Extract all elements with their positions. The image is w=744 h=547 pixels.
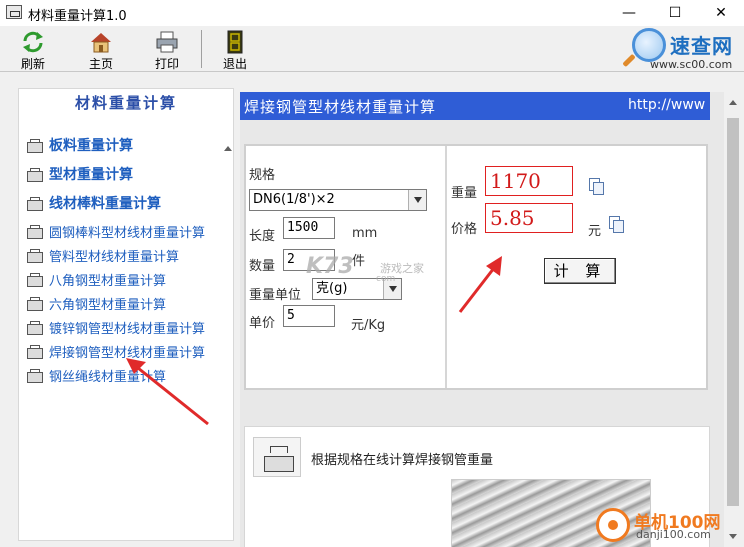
arrow-to-results-icon — [458, 256, 502, 313]
annotation-arrows — [126, 256, 502, 426]
arrow-to-sidebar-item-icon — [126, 358, 209, 426]
